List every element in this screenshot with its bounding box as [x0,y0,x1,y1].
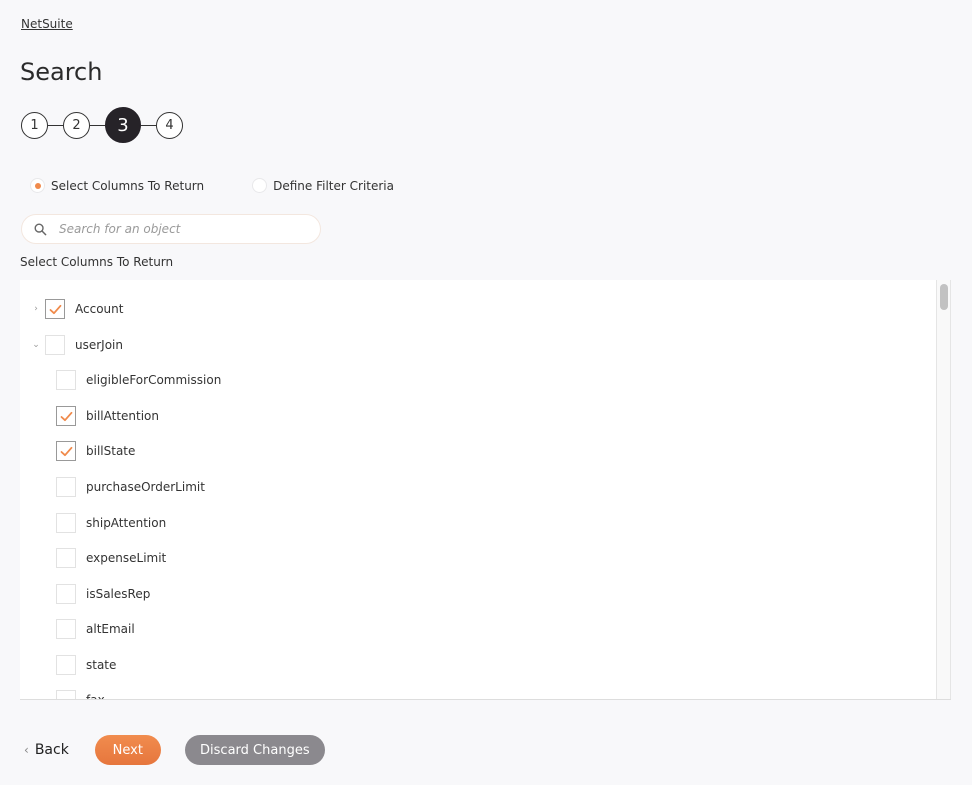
radio-label: Define Filter Criteria [273,178,394,193]
column-item-label: Account [75,302,124,316]
search-input[interactable] [57,221,297,237]
checkbox[interactable] [56,477,76,497]
checkbox-checked[interactable] [56,441,76,461]
radio-select-columns[interactable]: Select Columns To Return [30,178,204,193]
back-label: Back [34,742,69,758]
step-4[interactable]: 4 [156,111,183,139]
column-item[interactable]: › Account [31,298,123,320]
column-item[interactable]: ⌄ userJoin [31,334,123,356]
checkbox[interactable] [56,655,76,675]
column-item-label: altEmail [86,622,135,636]
checkbox[interactable] [56,370,76,390]
column-item-label: billAttention [86,409,160,423]
back-button[interactable]: ‹ Back [24,742,69,758]
column-item-label: expenseLimit [86,551,167,565]
checkbox[interactable] [56,584,76,604]
chevron-right-icon[interactable]: › [31,304,41,314]
column-item[interactable]: altEmail [56,618,135,640]
breadcrumb-netsuite[interactable]: NetSuite [21,17,73,31]
step-1[interactable]: 1 [21,111,48,139]
column-item-label: purchaseOrderLimit [86,480,205,494]
checkmark-icon [60,411,72,421]
chevron-left-icon: ‹ [24,743,29,757]
column-item-label: isSalesRep [86,587,151,601]
columns-section-label: Select Columns To Return [20,255,174,269]
checkbox-checked[interactable] [56,406,76,426]
stepper: 1 2 3 4 [21,107,183,143]
column-item[interactable]: expenseLimit [56,547,166,569]
column-item-label: fax [86,693,105,700]
checkmark-icon [60,446,72,456]
checkbox[interactable] [56,619,76,639]
search-icon [34,223,47,235]
column-item-label: shipAttention [86,516,167,530]
checkmark-icon [49,304,61,314]
step-3-active[interactable]: 3 [105,107,141,143]
checkbox[interactable] [56,548,76,568]
column-item[interactable]: eligibleForCommission [56,369,221,391]
columns-tree: › Account ⌄ userJoin eligibleForCommission bi… [20,280,951,700]
column-item[interactable]: billState [56,440,135,462]
mode-radio-group: Select Columns To Return Define Filter C… [30,178,394,193]
column-item[interactable]: billAttention [56,405,159,427]
radio-selected-icon[interactable] [30,178,45,193]
chevron-down-icon[interactable]: ⌄ [31,340,41,350]
column-item[interactable]: isSalesRep [56,583,150,605]
step-2[interactable]: 2 [63,111,90,139]
column-item-label: billState [86,444,136,458]
step-connector [48,124,63,126]
checkbox-checked[interactable] [45,299,65,319]
scrollbar-thumb[interactable] [940,284,948,310]
radio-unselected-icon[interactable] [252,178,268,193]
checkbox[interactable] [56,513,76,533]
column-item-label: userJoin [75,338,123,352]
column-item[interactable]: shipAttention [56,512,166,534]
column-item-label: state [86,658,117,672]
column-item[interactable]: state [56,654,116,676]
page-title: Search [20,58,103,86]
radio-define-filter[interactable]: Define Filter Criteria [252,178,394,193]
discard-changes-button[interactable]: Discard Changes [184,735,325,765]
step-connector [141,124,156,126]
radio-label: Select Columns To Return [51,178,205,193]
next-button[interactable]: Next [94,735,161,765]
column-item[interactable]: purchaseOrderLimit [56,476,205,498]
column-item[interactable]: fax [56,689,105,700]
checkbox[interactable] [45,335,65,355]
column-item-label: eligibleForCommission [86,373,222,387]
footer-actions: ‹ Back Next Discard Changes [24,735,325,765]
scrollbar[interactable] [936,280,951,699]
checkbox[interactable] [56,690,76,699]
search-box [21,214,321,244]
step-connector [90,124,105,126]
